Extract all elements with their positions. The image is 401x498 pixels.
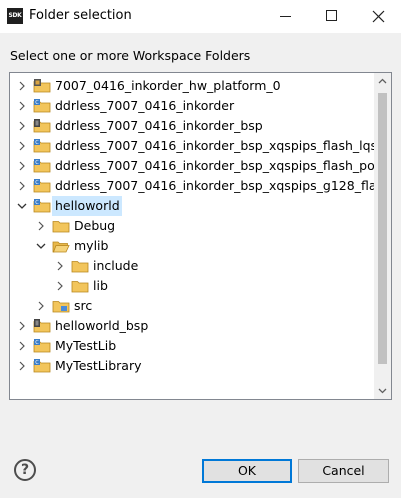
tree-item-label: MyTestLibrary [55, 358, 142, 373]
tree-item[interactable]: C MyTestLib [10, 336, 374, 356]
tree-item-label: ddrless_7007_0416_inkorder [55, 98, 235, 113]
tree-item-label: ddrless_7007_0416_inkorder_bsp [55, 118, 263, 133]
maximize-icon [326, 10, 337, 21]
tree-item[interactable]: Chelloworld [10, 196, 374, 216]
chevron-right-icon[interactable] [16, 176, 28, 196]
tree-item[interactable]: helloworld_bsp [10, 316, 374, 336]
tree-item-label: ddrless_7007_0416_inkorder_bsp_xqspips_f… [55, 158, 392, 173]
tree-item-label: MyTestLib [55, 338, 117, 353]
chevron-right-icon[interactable] [16, 336, 28, 356]
chevron-right-icon[interactable] [16, 116, 28, 136]
svg-text:C: C [35, 360, 39, 366]
svg-text:C: C [35, 140, 39, 146]
minimize-icon [280, 16, 291, 17]
tree-item[interactable]: include [10, 256, 374, 276]
tree-item[interactable]: mylib [10, 236, 374, 256]
chevron-right-icon[interactable] [16, 96, 28, 116]
folder-tree[interactable]: 7007_0416_inkorder_hw_platform_0 Cddrless… [9, 72, 392, 400]
tree-item[interactable]: src [10, 296, 374, 316]
tree-item[interactable]: C MyTestLibrary [10, 356, 374, 376]
tree-item[interactable]: lib [10, 276, 374, 296]
chevron-right-icon[interactable] [16, 356, 28, 376]
chevron-right-icon[interactable] [16, 156, 28, 176]
help-button[interactable]: ? [14, 459, 36, 481]
chevron-right-icon[interactable] [54, 256, 66, 276]
scroll-up-icon[interactable] [374, 73, 391, 90]
tree-item[interactable]: Cddrless_7007_0416_inkorder_bsp_xqspips_… [10, 136, 391, 156]
tree-item-label: lib [93, 278, 108, 293]
tree-item[interactable]: Debug [10, 216, 374, 236]
tree-item[interactable]: Cddrless_7007_0416_inkorder [10, 96, 374, 116]
tree-item-label: helloworld_bsp [55, 318, 149, 333]
chevron-right-icon[interactable] [54, 276, 66, 296]
ok-button[interactable]: OK [202, 459, 292, 483]
chevron-right-icon[interactable] [35, 216, 47, 236]
tree-item-label: ddrless_7007_0416_inkorder_bsp_xqspips_g… [55, 178, 392, 193]
vertical-scrollbar[interactable] [374, 73, 391, 399]
maximize-button[interactable] [309, 0, 355, 33]
tree-item-label: helloworld [52, 196, 122, 216]
tree-item[interactable]: Cddrless_7007_0416_inkorder_bsp_xqspips_… [10, 156, 391, 176]
minimize-button[interactable] [263, 0, 309, 33]
svg-text:C: C [35, 160, 39, 166]
tree-item[interactable]: Cddrless_7007_0416_inkorder_bsp_xqspips_… [10, 176, 391, 196]
close-button[interactable] [355, 0, 401, 33]
chevron-right-icon[interactable] [16, 136, 28, 156]
scrollbar-thumb[interactable] [378, 93, 387, 364]
sdk-app-icon: SDK [7, 8, 23, 24]
scroll-down-icon[interactable] [374, 382, 391, 399]
instruction-text: Select one or more Workspace Folders [10, 48, 251, 63]
chevron-right-icon[interactable] [16, 76, 28, 96]
tree-item[interactable]: 7007_0416_inkorder_hw_platform_0 [10, 76, 374, 96]
cancel-button[interactable]: Cancel [298, 459, 389, 483]
window-title: Folder selection [29, 8, 132, 23]
svg-text:C: C [35, 340, 39, 346]
svg-text:C: C [35, 180, 39, 186]
chevron-right-icon[interactable] [35, 296, 47, 316]
chevron-right-icon[interactable] [16, 316, 28, 336]
tree-item-label: include [93, 258, 139, 273]
tree-item-label: mylib [74, 238, 109, 253]
tree-item-label: Debug [74, 218, 116, 233]
close-icon [372, 10, 385, 23]
title-bar: SDK Folder selection [0, 0, 401, 33]
tree-item-label: ddrless_7007_0416_inkorder_bsp_xqspips_f… [55, 138, 392, 153]
tree-item-label: src [74, 298, 93, 313]
chevron-down-icon[interactable] [16, 196, 28, 216]
tree-item-label: 7007_0416_inkorder_hw_platform_0 [55, 78, 281, 93]
tree-item[interactable]: ddrless_7007_0416_inkorder_bsp [10, 116, 374, 136]
svg-text:C: C [35, 200, 39, 206]
chevron-down-icon[interactable] [35, 236, 47, 256]
svg-text:C: C [35, 100, 39, 106]
